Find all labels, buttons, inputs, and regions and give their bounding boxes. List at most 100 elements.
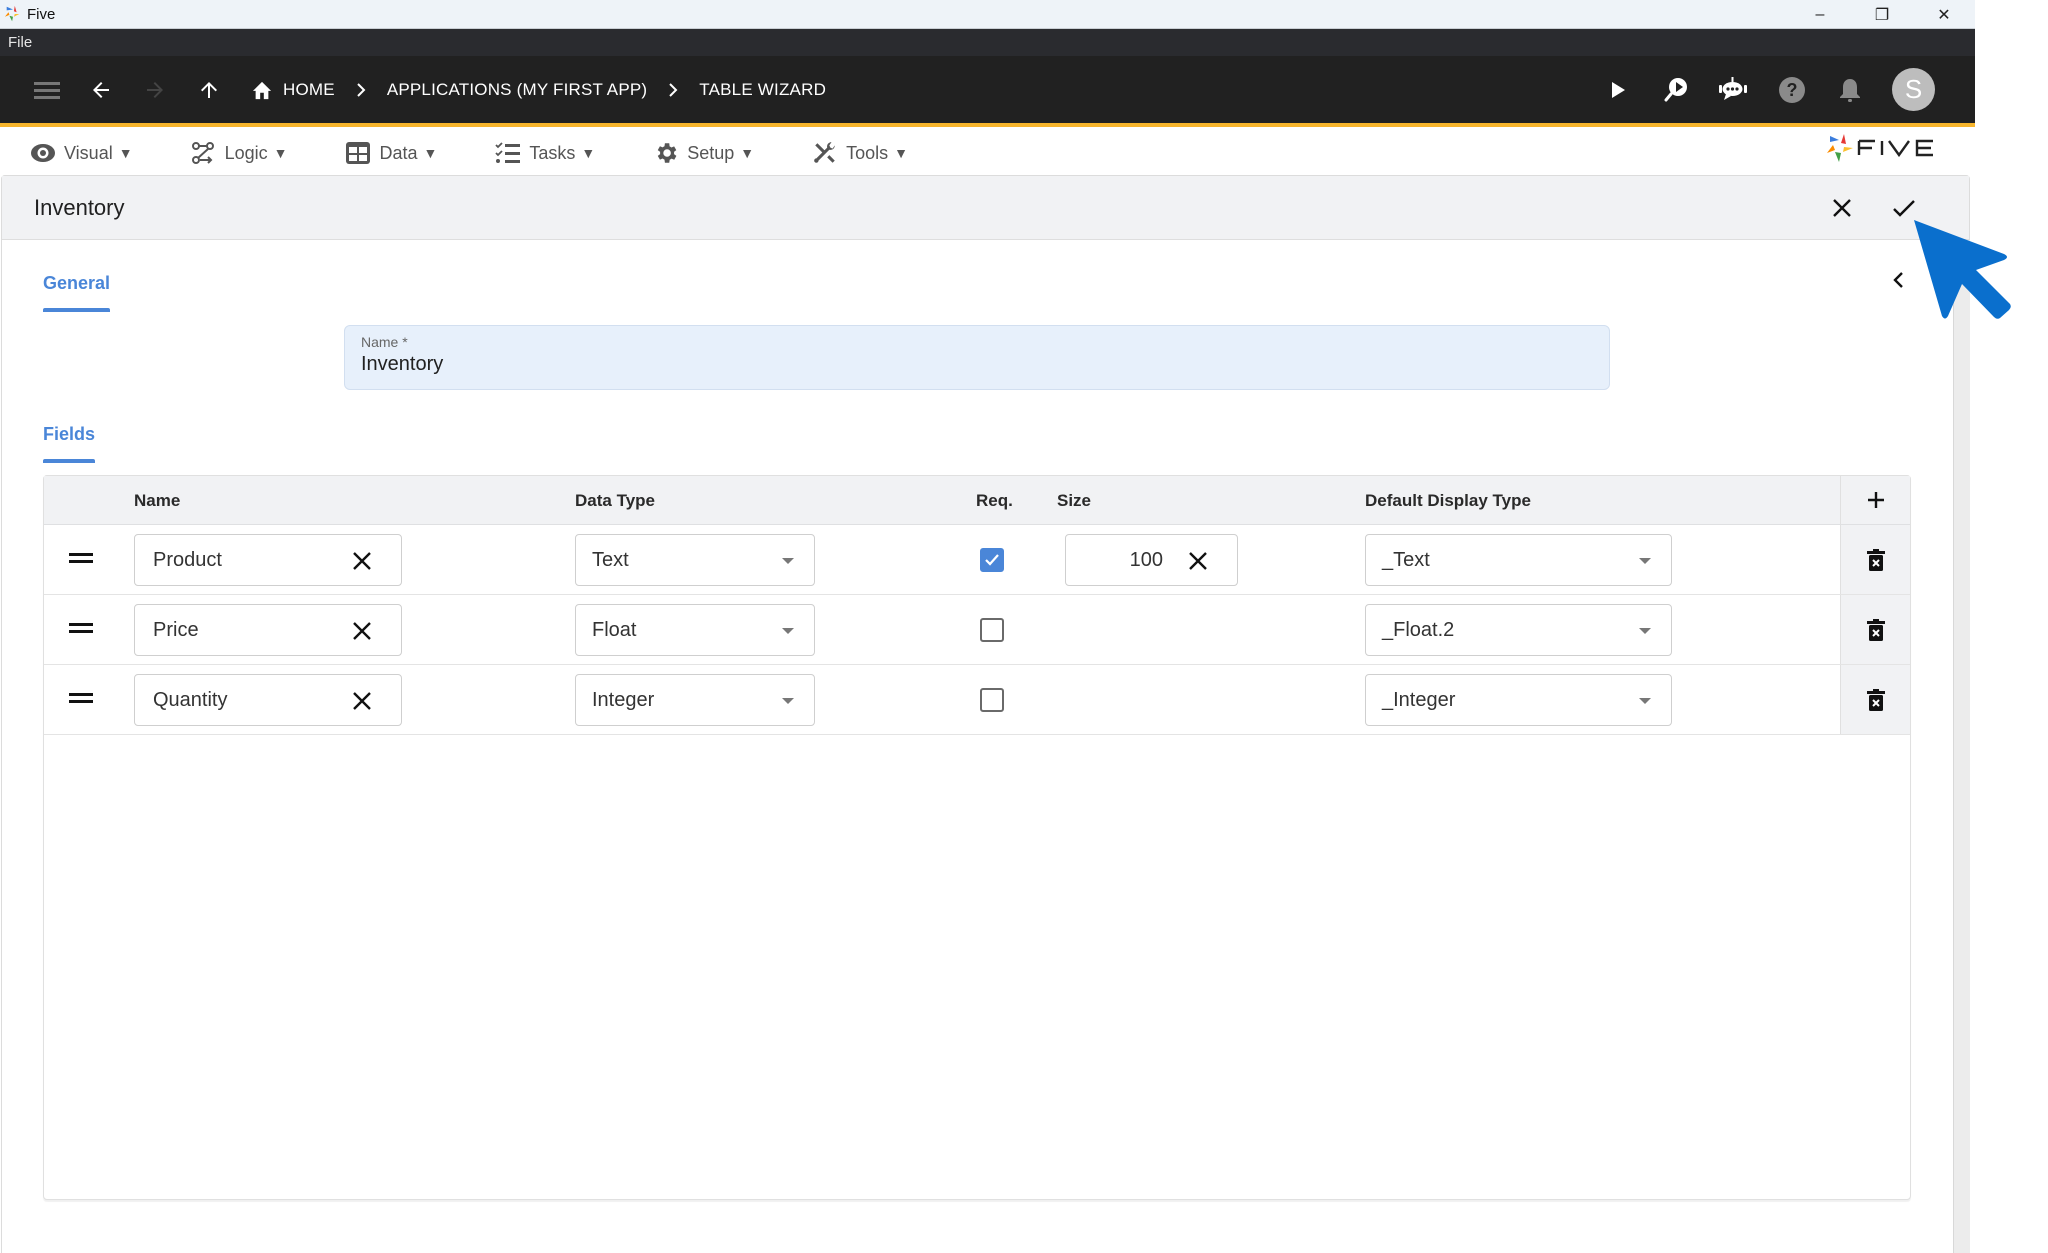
five-logo [1825, 133, 1937, 163]
breadcrumb-table-wizard: TABLE WIZARD [699, 80, 826, 100]
panel-actions [1831, 176, 1917, 240]
data-type-select[interactable]: Text [575, 534, 815, 586]
forward-button[interactable] [135, 70, 175, 110]
chat-bot-icon [1719, 76, 1747, 100]
add-field-button[interactable] [1840, 476, 1910, 524]
clear-size-button[interactable] [1187, 550, 1209, 578]
restore-button[interactable]: ❐ [1851, 0, 1913, 29]
caret-down-icon: ▼ [423, 145, 438, 161]
minimize-button[interactable]: – [1789, 0, 1851, 29]
grid-header: Name Data Type Req. Size Default Display… [44, 476, 1910, 525]
menu-data[interactable]: Data ▼ [345, 141, 437, 165]
menu-setup-label: Setup [687, 142, 735, 163]
field-name-value: Product [153, 548, 222, 571]
avatar[interactable]: S [1892, 68, 1935, 111]
chevron-right-icon [355, 82, 367, 98]
required-checkbox[interactable] [980, 688, 1004, 712]
data-type-select[interactable]: Float [575, 604, 815, 656]
breadcrumb-home-label: HOME [283, 79, 335, 99]
back-button[interactable] [81, 70, 121, 110]
breadcrumb-applications[interactable]: APPLICATIONS (MY FIRST APP) [387, 80, 647, 100]
menu-file[interactable]: File [0, 34, 40, 51]
clear-name-button[interactable] [351, 620, 373, 648]
inspector-button[interactable] [1656, 70, 1696, 110]
delete-field-button[interactable] [1840, 525, 1910, 594]
cancel-button[interactable] [1831, 197, 1853, 219]
forward-icon [147, 81, 163, 98]
chat-bot-button[interactable] [1714, 70, 1754, 110]
size-input[interactable]: 100 [1065, 534, 1238, 586]
grid-body: Product Text 100 _Text Price Float _Float.2 Qua… [44, 525, 1910, 735]
display-type-select[interactable]: _Float.2 [1365, 604, 1672, 656]
data-type-select[interactable]: Integer [575, 674, 815, 726]
run-button[interactable] [1598, 70, 1638, 110]
tab-general-label: General [43, 273, 111, 293]
menu-setup[interactable]: Setup ▼ [653, 140, 754, 166]
table-name-label: Name * [361, 334, 408, 350]
save-button[interactable] [1891, 197, 1917, 219]
dropdown-arrow-icon [1639, 628, 1651, 634]
five-star-logo-icon [1827, 134, 1853, 162]
tab-fields[interactable]: Fields [43, 424, 96, 463]
tasks-icon [495, 142, 521, 163]
menu-visual[interactable]: Visual ▼ [30, 143, 133, 164]
record-pager [1892, 270, 1948, 295]
app-bar: HOME APPLICATIONS (MY FIRST APP) TABLE W… [0, 56, 1975, 127]
delete-field-button[interactable] [1840, 665, 1910, 734]
bell-icon [1840, 78, 1860, 102]
fields-grid: Name Data Type Req. Size Default Display… [43, 475, 1911, 1200]
five-wordmark [1857, 139, 1933, 157]
data-type-value: Text [592, 548, 629, 571]
help-button[interactable]: ? [1772, 70, 1812, 110]
up-button[interactable] [189, 70, 229, 110]
logic-icon [191, 142, 214, 164]
display-type-select[interactable]: _Integer [1365, 674, 1672, 726]
table-name-input[interactable] [361, 353, 1593, 376]
drag-handle-icon[interactable] [69, 691, 93, 710]
drag-handle-icon[interactable] [69, 621, 93, 640]
required-checkbox[interactable] [980, 548, 1004, 572]
dropdown-arrow-icon [782, 628, 794, 634]
display-type-value: _Text [1382, 548, 1430, 571]
previous-button[interactable] [1892, 270, 1906, 295]
breadcrumb-home[interactable]: HOME [251, 80, 335, 100]
size-value: 100 [1129, 548, 1163, 571]
clear-name-button[interactable] [351, 550, 373, 578]
clear-icon [353, 692, 371, 710]
os-titlebar: Five – ❐ ✕ [0, 0, 1975, 29]
check-icon [1893, 200, 1915, 217]
clear-name-button[interactable] [351, 690, 373, 718]
next-button[interactable] [1934, 270, 1948, 295]
table-row: Quantity Integer _Integer [44, 665, 1910, 735]
drag-handle-icon[interactable] [69, 551, 93, 570]
field-name-input[interactable]: Price [134, 604, 402, 656]
gear-icon [657, 143, 677, 163]
column-header-data-type: Data Type [575, 490, 655, 510]
dropdown-arrow-icon [782, 698, 794, 704]
delete-field-button[interactable] [1840, 595, 1910, 664]
vertical-scrollbar[interactable] [1953, 240, 1970, 1253]
menu-icon [34, 81, 60, 99]
display-type-select[interactable]: _Text [1365, 534, 1672, 586]
tab-general[interactable]: General [43, 273, 111, 312]
menu-tools[interactable]: Tools ▼ [812, 140, 908, 166]
dropdown-arrow-icon [1639, 558, 1651, 564]
home-icon [252, 81, 272, 99]
field-name-input[interactable]: Quantity [134, 674, 402, 726]
display-type-value: _Integer [1382, 688, 1456, 711]
field-name-value: Price [153, 618, 199, 641]
clear-icon [353, 552, 371, 570]
menu-button[interactable] [27, 70, 67, 110]
menu-logic[interactable]: Logic ▼ [191, 141, 287, 165]
required-checkbox[interactable] [980, 618, 1004, 642]
menu-tasks-label: Tasks [529, 142, 576, 163]
chevron-right-icon [1937, 272, 1947, 288]
table-name-field[interactable]: Name * [344, 325, 1610, 390]
notifications-button[interactable] [1830, 70, 1870, 110]
menu-tasks[interactable]: Tasks ▼ [495, 141, 595, 165]
column-header-size: Size [1057, 490, 1092, 510]
appbar-actions: ? S [1598, 56, 1935, 123]
play-icon [1612, 81, 1625, 98]
close-window-button[interactable]: ✕ [1913, 0, 1975, 29]
field-name-input[interactable]: Product [134, 534, 402, 586]
